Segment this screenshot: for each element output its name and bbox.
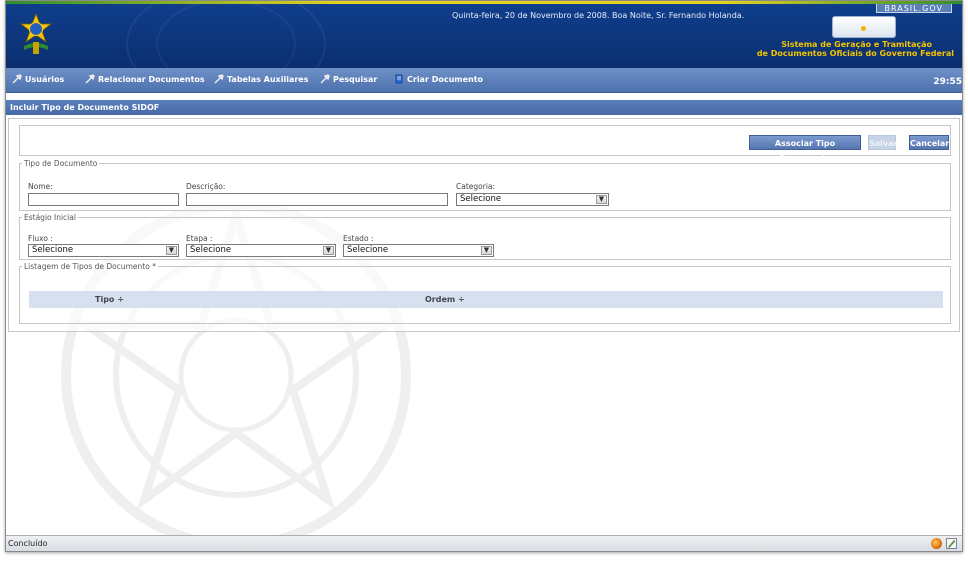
nome-label: Nome: xyxy=(28,182,53,191)
tools-icon xyxy=(85,74,95,84)
nav-label: Pesquisar xyxy=(333,75,378,84)
site-header: Quinta-feira, 20 de Novembro de 2008. Bo… xyxy=(6,4,962,68)
chevron-down-icon[interactable]: ▼ xyxy=(166,246,177,255)
pencil-check-icon[interactable] xyxy=(946,538,957,549)
page-title: Incluir Tipo de Documento SIDOF xyxy=(6,100,962,115)
estado-select[interactable]: Selecione ▼ xyxy=(343,244,494,257)
listagem-legend: Listagem de Tipos de Documento * xyxy=(24,262,156,271)
main-nav: Usuários Relacionar Documentos Tabelas A… xyxy=(6,68,962,93)
nav-label: Criar Documento xyxy=(407,75,484,84)
form-frame: Associar Tipo Documento Salvar Cancelar … xyxy=(8,118,960,332)
system-subtitle-line1: Sistema de Geração e Tramitação xyxy=(781,40,932,49)
tools-icon xyxy=(320,74,330,84)
nav-label: Tabelas Auxiliares xyxy=(227,75,309,84)
chevron-down-icon[interactable]: ▼ xyxy=(596,195,607,204)
descricao-label: Descrição: xyxy=(186,182,226,191)
main-content: Associar Tipo Documento Salvar Cancelar … xyxy=(6,115,962,537)
associate-document-type-button[interactable]: Associar Tipo Documento xyxy=(749,135,861,163)
fluxo-label: Fluxo : xyxy=(28,234,53,243)
cancel-button[interactable]: Cancelar xyxy=(909,135,949,150)
header-seal-decoration-inner xyxy=(156,4,296,68)
descricao-input[interactable] xyxy=(186,193,448,206)
logo-dot-icon xyxy=(860,25,866,31)
fluxo-selected-value: Selecione xyxy=(32,245,74,255)
fluxo-select[interactable]: Selecione ▼ xyxy=(28,244,179,257)
sidof-logo: SIDOF xyxy=(832,16,896,56)
nav-label: Usuários xyxy=(25,75,65,84)
document-types-table-header: Tipo ÷ Ordem ÷ xyxy=(29,291,943,308)
etapa-label: Etapa : xyxy=(186,234,213,243)
browser-window: Quinta-feira, 20 de Novembro de 2008. Bo… xyxy=(5,0,963,552)
date-greeting: Quinta-feira, 20 de Novembro de 2008. Bo… xyxy=(452,11,745,20)
action-button-panel: Associar Tipo Documento Salvar Cancelar xyxy=(19,125,951,163)
estado-selected-value: Selecione xyxy=(347,245,389,255)
chevron-down-icon[interactable]: ▼ xyxy=(323,246,334,255)
brasil-gov-link[interactable]: BRASIL.GOV xyxy=(875,4,952,13)
nav-item-criar-documento[interactable]: Criar Documento xyxy=(394,74,483,84)
status-text: Concluído xyxy=(8,539,48,548)
tipo-documento-fieldset: Tipo de Documento Nome: Descrição: Categ… xyxy=(19,159,951,211)
nav-label: Relacionar Documentos xyxy=(98,75,205,84)
system-subtitle-line2: de Documentos Oficiais do Governo Federa… xyxy=(756,49,954,58)
categoria-selected-value: Selecione xyxy=(460,194,502,204)
save-button[interactable]: Salvar xyxy=(868,135,897,150)
categoria-label: Categoria: xyxy=(456,182,496,191)
firefox-addon-icon[interactable] xyxy=(931,538,942,549)
estagio-inicial-fieldset: Estágio Inicial Fluxo : Selecione ▼ Etap… xyxy=(19,213,951,260)
session-timer: 29:55 xyxy=(933,77,962,87)
nav-item-relacionar-documentos[interactable]: Relacionar Documentos xyxy=(85,74,205,84)
column-header-tipo[interactable]: Tipo ÷ xyxy=(95,295,124,304)
categoria-select[interactable]: Selecione ▼ xyxy=(456,193,609,206)
nav-item-usuarios[interactable]: Usuários xyxy=(12,74,64,84)
nav-item-pesquisar[interactable]: Pesquisar xyxy=(320,74,377,84)
tools-icon xyxy=(12,74,22,84)
etapa-select[interactable]: Selecione ▼ xyxy=(186,244,336,257)
tools-icon xyxy=(214,74,224,84)
column-header-ordem[interactable]: Ordem ÷ xyxy=(425,295,465,304)
nome-input[interactable] xyxy=(28,193,179,206)
browser-status-bar: Concluído xyxy=(6,535,962,551)
document-icon xyxy=(395,74,403,84)
tipo-documento-legend: Tipo de Documento xyxy=(24,159,98,168)
etapa-selected-value: Selecione xyxy=(190,245,232,255)
coat-of-arms-icon xyxy=(19,12,53,54)
chevron-down-icon[interactable]: ▼ xyxy=(481,246,492,255)
estado-label: Estado : xyxy=(343,234,374,243)
estagio-inicial-legend: Estágio Inicial xyxy=(24,213,76,222)
nav-item-tabelas-auxiliares[interactable]: Tabelas Auxiliares xyxy=(214,74,308,84)
